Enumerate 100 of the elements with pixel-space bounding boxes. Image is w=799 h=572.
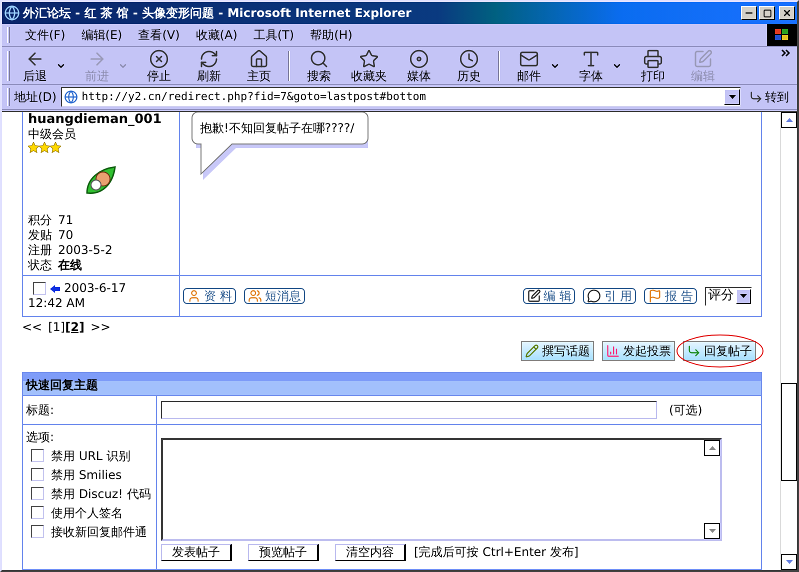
checkbox[interactable] xyxy=(31,487,44,500)
scroll-down-icon[interactable] xyxy=(704,523,720,539)
forum-action-button[interactable]: 回复帖子 xyxy=(683,341,756,361)
up-triangle-icon xyxy=(786,118,792,122)
left-arrow-icon xyxy=(50,284,60,292)
stop-icon xyxy=(149,48,169,68)
prev-page-link[interactable]: << xyxy=(22,318,42,336)
page-link[interactable]: [2] xyxy=(65,318,84,336)
checkbox[interactable] xyxy=(31,506,44,519)
minimize-button[interactable] xyxy=(741,6,757,20)
search-icon xyxy=(309,48,329,68)
action-button[interactable]: 编 辑 xyxy=(522,288,576,304)
pencil-icon xyxy=(525,344,539,358)
next-page-link[interactable]: >> xyxy=(90,318,111,336)
form-button[interactable]: 预览帖子 xyxy=(248,544,319,560)
option-label: 禁用 Discuz! 代码 xyxy=(50,487,151,501)
checkbox[interactable] xyxy=(31,449,44,462)
stat-label: 状态 xyxy=(28,258,52,273)
subject-field[interactable] xyxy=(161,401,657,419)
submit-tip: [完成后可按 Ctrl+Enter 发布] xyxy=(414,544,579,561)
toolbar-button[interactable]: 搜索 xyxy=(294,48,344,82)
menu-item[interactable]: 文件(F) xyxy=(18,25,72,45)
stat-value: 2003-5-2 xyxy=(58,243,112,258)
menu-item[interactable]: 收藏(A) xyxy=(188,25,244,45)
close-icon xyxy=(782,8,792,18)
checkbox[interactable] xyxy=(31,468,44,481)
action-button[interactable]: 短消息 xyxy=(244,288,305,304)
dropdown-button[interactable] xyxy=(724,89,740,105)
edit-icon xyxy=(526,289,541,303)
message-textarea[interactable] xyxy=(161,438,722,541)
toolbar-button[interactable]: 主页 xyxy=(234,48,284,82)
curved-arrow-icon xyxy=(749,90,763,104)
menu-item[interactable]: 查看(V) xyxy=(131,25,187,45)
curved-arrow-icon xyxy=(687,344,701,358)
address-label: 地址(D) xyxy=(14,89,57,106)
forum-action-button[interactable]: 发起投票 xyxy=(602,341,675,361)
font-icon xyxy=(581,48,601,68)
author-name[interactable]: huangdieman_001 xyxy=(28,112,162,127)
action-button[interactable]: 报 告 xyxy=(644,288,697,304)
action-button[interactable]: 资 料 xyxy=(183,288,236,304)
toolbar-button[interactable]: 邮件 xyxy=(504,48,554,82)
more-chevron-icon[interactable] xyxy=(781,49,791,57)
action-button[interactable]: 引 用 xyxy=(583,288,636,304)
subject-label: 标题: xyxy=(26,402,54,419)
menu-item[interactable]: 编辑(E) xyxy=(74,25,130,45)
user-icon xyxy=(187,289,201,303)
bar-chart-icon xyxy=(606,344,620,358)
forum-action-button[interactable]: 撰写话题 xyxy=(521,341,594,361)
star-icon xyxy=(359,48,379,68)
section-title: 快速回复主题 xyxy=(26,377,98,394)
options-label: 选项: xyxy=(26,430,56,444)
flag-icon xyxy=(648,289,662,303)
form-button[interactable]: 发表帖子 xyxy=(161,544,232,560)
toolbar-button[interactable]: 媒体 xyxy=(394,48,444,82)
address-field[interactable]: http://y2.cn/redirect.php?fid=7&goto=lastpost#bottom xyxy=(60,87,741,107)
leaf-avatar-icon xyxy=(85,165,117,197)
users-icon xyxy=(248,289,262,303)
disc-icon xyxy=(409,48,429,68)
menu-item[interactable]: 工具(T) xyxy=(246,25,302,45)
toolbar-button[interactable]: 停止 xyxy=(134,48,184,82)
go-button[interactable]: 转到 xyxy=(745,88,793,106)
down-triangle-icon xyxy=(728,95,736,99)
vertical-scrollbar[interactable] xyxy=(780,112,797,570)
menu-item[interactable]: 帮助(H) xyxy=(303,25,360,45)
option-label: 禁用 URL 识别 xyxy=(50,449,130,463)
down-triangle-icon xyxy=(786,560,792,564)
maximize-button[interactable] xyxy=(759,6,775,20)
checkbox[interactable] xyxy=(33,282,46,295)
clock-icon xyxy=(459,48,479,68)
toolbar-button[interactable]: 历史 xyxy=(444,48,494,82)
stat-label: 积分 xyxy=(28,213,52,228)
option-label: 接收新回复邮件通 xyxy=(50,525,147,539)
checkbox[interactable] xyxy=(31,525,44,538)
page-link[interactable]: [1] xyxy=(48,318,66,336)
window-title: 外汇论坛 - 红 茶 馆 - 头像变形问题 - Microsoft Internet Explorer xyxy=(23,5,412,22)
toolbar-button[interactable]: 后退 xyxy=(10,48,60,82)
scrollbar-thumb[interactable] xyxy=(781,383,797,481)
option-label: 禁用 Smilies xyxy=(50,468,122,482)
down-triangle-icon xyxy=(740,294,747,298)
speech-icon xyxy=(587,289,602,303)
refresh-icon xyxy=(199,48,219,68)
mail-icon xyxy=(519,48,539,68)
scroll-up-icon[interactable] xyxy=(704,440,720,456)
home-icon xyxy=(249,48,269,68)
globe-icon xyxy=(4,5,20,21)
message-text: 抱歉!不知回复帖子在哪????/ xyxy=(200,120,354,137)
optional-hint: (可选) xyxy=(669,402,702,419)
close-button[interactable] xyxy=(779,6,795,20)
form-button[interactable]: 清空内容 xyxy=(335,544,406,560)
page-icon xyxy=(64,90,78,104)
maximize-icon xyxy=(762,8,772,18)
stat-value: 70 xyxy=(58,228,74,243)
printer-icon xyxy=(643,48,663,68)
post-time: 12:42 AM xyxy=(28,296,86,311)
toolbar-button[interactable]: 收藏夹 xyxy=(344,48,394,82)
stat-label: 注册 xyxy=(28,243,52,258)
toolbar-button[interactable]: 刷新 xyxy=(184,48,234,82)
rating-select[interactable]: 评分 xyxy=(705,286,752,306)
toolbar-button[interactable]: 字体 xyxy=(566,48,616,82)
toolbar-button[interactable]: 打印 xyxy=(628,48,678,82)
